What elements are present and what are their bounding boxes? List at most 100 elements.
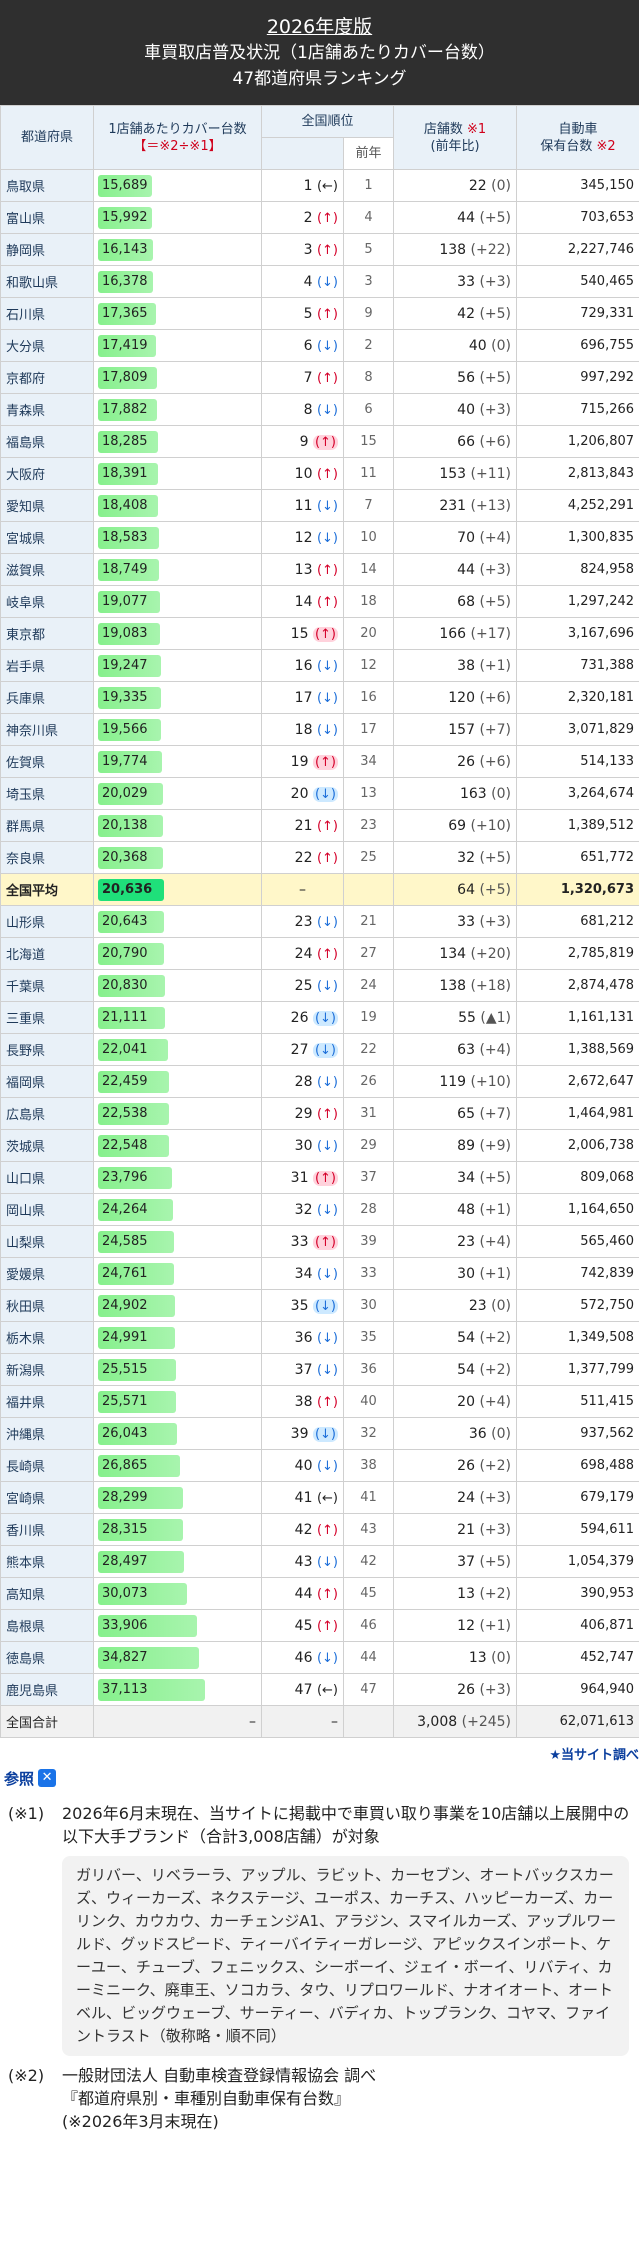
- rank-value: 33: [290, 1233, 309, 1250]
- stores-cell: 56 (+5): [393, 361, 518, 394]
- cars-cell: 997,292: [516, 361, 639, 394]
- coverage-bar: 20,368: [98, 846, 163, 869]
- rank-change-indicator: (↓): [316, 658, 338, 674]
- coverage-cell: 22,459: [93, 1065, 262, 1098]
- close-icon[interactable]: ✕: [38, 1769, 57, 1787]
- table-row: 栃木県 24,991 36 (↓) 35 54 (+2) 1,349,508: [0, 1321, 639, 1354]
- rank-change-indicator: (↑): [316, 1394, 338, 1410]
- rank-value: 21: [294, 817, 313, 834]
- rank-value: 38: [294, 1393, 313, 1410]
- rank-change-indicator: (↓): [316, 1202, 338, 1218]
- coverage-cell: 20,138: [93, 809, 262, 842]
- table-row: 島根県 33,906 45 (↑) 46 12 (+1) 406,871: [0, 1609, 639, 1642]
- coverage-cell: 20,643: [93, 905, 262, 938]
- cars-cell: 2,813,843: [516, 457, 639, 490]
- table-row: 岩手県 19,247 16 (↓) 12 38 (+1) 731,388: [0, 649, 639, 682]
- coverage-cell: 20,790: [93, 937, 262, 970]
- coverage-bar: 23,796: [98, 1166, 172, 1189]
- table-row: 大分県 17,419 6 (↓) 2 40 (0) 696,755: [0, 329, 639, 362]
- coverage-cell: 24,264: [93, 1193, 262, 1226]
- coverage-bar: 19,083: [98, 622, 160, 645]
- rank-change-indicator: (↑): [316, 242, 338, 258]
- stores-cell: 54 (+2): [393, 1321, 518, 1354]
- table-row: 香川県 28,315 42 (↑) 43 21 (+3) 594,611: [0, 1513, 639, 1546]
- source-link[interactable]: ★当サイト調べ: [0, 1738, 639, 1763]
- rank-value: 11: [294, 497, 313, 514]
- prev-rank: [342, 873, 395, 906]
- cars-cell: 2,672,647: [516, 1065, 639, 1098]
- cars-cell: 2,227,746: [516, 233, 639, 266]
- coverage-bar: 22,538: [98, 1102, 169, 1125]
- prev-rank: 24: [342, 969, 395, 1002]
- rank-change-indicator: (↑): [316, 1618, 338, 1634]
- coverage-bar: 19,335: [98, 686, 161, 709]
- table-row: 沖縄県 26,043 39 (↓) 32 36 (0) 937,562: [0, 1417, 639, 1450]
- rank-change-indicator: (↓): [316, 274, 338, 290]
- rank-value: 36: [294, 1329, 313, 1346]
- rank-cell: 23 (↓): [261, 905, 344, 938]
- pref-name: 宮崎県: [0, 1481, 94, 1514]
- stores-cell: 33 (+3): [393, 905, 518, 938]
- stores-cell: 32 (+5): [393, 841, 518, 874]
- rank-cell: 30 (↓): [261, 1129, 344, 1162]
- header-coverage: 1店舗あたりカバー台数 【＝※2÷※1】: [93, 105, 262, 170]
- coverage-cell: 28,497: [93, 1545, 262, 1578]
- rank-change-indicator: (↓): [312, 1042, 338, 1058]
- prev-rank: 27: [342, 937, 395, 970]
- coverage-bar: 25,571: [98, 1390, 176, 1413]
- pref-name: 奈良県: [0, 841, 94, 874]
- pref-name: 岐阜県: [0, 585, 94, 618]
- coverage-bar: 20,636: [98, 878, 164, 901]
- stores-cell: 69 (+10): [393, 809, 518, 842]
- coverage-bar: 28,315: [98, 1518, 183, 1541]
- cars-cell: 345,150: [516, 169, 639, 202]
- coverage-cell: 17,419: [93, 329, 262, 362]
- pref-name: 群馬県: [0, 809, 94, 842]
- prev-rank: 3: [342, 265, 395, 298]
- table-row: 三重県 21,111 26 (↓) 19 55 (▲1) 1,161,131: [0, 1001, 639, 1034]
- table-row: 長崎県 26,865 40 (↓) 38 26 (+2) 698,488: [0, 1449, 639, 1482]
- pref-name: 山形県: [0, 905, 94, 938]
- rank-cell: 25 (↓): [261, 969, 344, 1002]
- rank-change-indicator: (↓): [316, 1458, 338, 1474]
- rank-change-indicator: (↑): [316, 306, 338, 322]
- pref-name: 大分県: [0, 329, 94, 362]
- brand-list: ガリバー、リベラーラ、アップル、ラビット、カーセブン、オートバックスカーズ、ウィ…: [62, 1856, 629, 2056]
- table-row: 千葉県 20,830 25 (↓) 24 138 (+18) 2,874,478: [0, 969, 639, 1002]
- coverage-bar: 26,865: [98, 1454, 180, 1477]
- stores-cell: 119 (+10): [393, 1065, 518, 1098]
- stores-cell: 89 (+9): [393, 1129, 518, 1162]
- rank-change-indicator: (↑): [316, 594, 338, 610]
- coverage-bar: 20,830: [98, 974, 165, 997]
- table-row: 北海道 20,790 24 (↑) 27 134 (+20) 2,785,819: [0, 937, 639, 970]
- cars-cell: 824,958: [516, 553, 639, 586]
- rank-change-indicator: (↓): [316, 402, 338, 418]
- coverage-cell: 24,585: [93, 1225, 262, 1258]
- cars-cell: 1,161,131: [516, 1001, 639, 1034]
- coverage-cell: 15,992: [93, 201, 262, 234]
- coverage-cell: 16,378: [93, 265, 262, 298]
- cars-cell: 4,252,291: [516, 489, 639, 522]
- rank-cell: 9 (↑): [261, 425, 344, 458]
- pref-name: 秋田県: [0, 1289, 94, 1322]
- rank-value: 3: [303, 241, 313, 258]
- rank-cell: 46 (↓): [261, 1641, 344, 1674]
- rank-cell: 38 (↑): [261, 1385, 344, 1418]
- rank-change-indicator: (↓): [312, 1010, 338, 1026]
- note-2-mark: (※2): [8, 2066, 45, 2085]
- rank-cell: 47 (←): [261, 1673, 344, 1706]
- cars-cell: 1,320,673: [516, 873, 639, 906]
- rank-cell: 32 (↓): [261, 1193, 344, 1226]
- stores-cell: 24 (+3): [393, 1481, 518, 1514]
- pref-name: 福岡県: [0, 1065, 94, 1098]
- stores-cell: 65 (+7): [393, 1097, 518, 1130]
- header-pref: 都道府県: [0, 105, 94, 170]
- rank-cell: 44 (↑): [261, 1577, 344, 1610]
- pref-name: 鳥取県: [0, 169, 94, 202]
- stores-cell: 37 (+5): [393, 1545, 518, 1578]
- stores-cell: 42 (+5): [393, 297, 518, 330]
- coverage-cell: 19,335: [93, 681, 262, 714]
- rank-change-indicator: (↓): [316, 690, 338, 706]
- coverage-bar: 15,992: [98, 206, 152, 229]
- pref-name: 沖縄県: [0, 1417, 94, 1450]
